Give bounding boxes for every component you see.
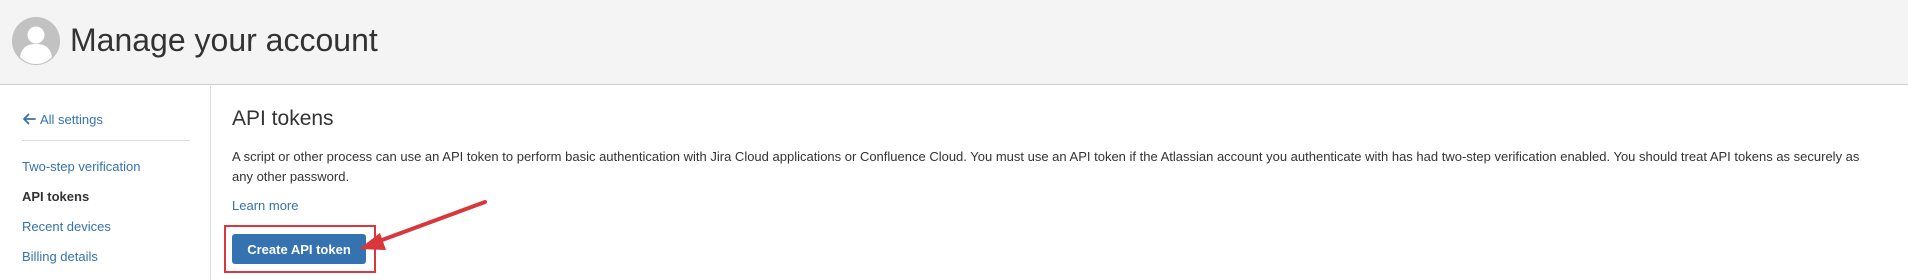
page-title: Manage your account — [70, 22, 378, 58]
sidebar-item-two-step-verification[interactable]: Two-step verification — [22, 152, 141, 182]
account-settings-page: Manage your account All settings Two-ste… — [0, 0, 1908, 280]
create-api-token-button[interactable]: Create API token — [232, 234, 366, 264]
api-tokens-description: A script or other process can use an API… — [232, 149, 1860, 184]
learn-more-link[interactable]: Learn more — [232, 196, 298, 216]
section-title: API tokens — [232, 107, 334, 130]
sidebar-divider — [22, 140, 190, 141]
annotation-arrow-icon — [359, 200, 487, 250]
page-header: Manage your account — [0, 0, 1908, 85]
sidebar-item-recent-devices[interactable]: Recent devices — [22, 212, 141, 242]
all-settings-link[interactable]: All settings — [22, 110, 103, 128]
person-silhouette-icon — [12, 17, 60, 65]
user-avatar-icon[interactable] — [12, 17, 60, 65]
settings-sidebar: All settings Two-step verification API t… — [0, 86, 211, 280]
all-settings-label: All settings — [40, 111, 103, 127]
sidebar-item-api-tokens[interactable]: API tokens — [22, 182, 141, 212]
sidebar-nav: Two-step verification API tokens Recent … — [22, 152, 141, 272]
sidebar-item-billing-details[interactable]: Billing details — [22, 242, 141, 272]
arrow-left-icon — [23, 113, 36, 125]
